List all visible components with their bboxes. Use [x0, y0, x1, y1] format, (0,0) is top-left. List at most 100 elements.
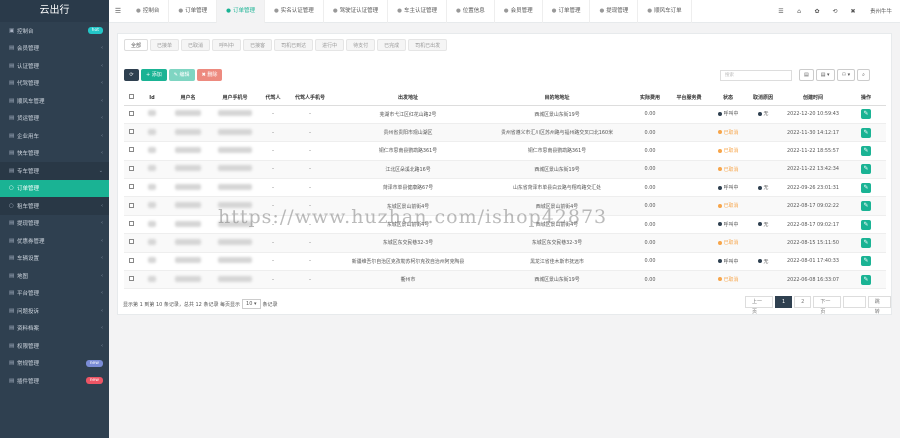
top-tab-7[interactable]: ● 会员管理 — [495, 0, 543, 23]
sidebar-item-20[interactable]: ▤ 插件管理 new — [0, 372, 109, 390]
phone-cell — [210, 141, 260, 161]
row-checkbox[interactable] — [128, 239, 134, 245]
row-checkbox[interactable] — [128, 202, 134, 208]
filter-tab-5[interactable]: 司机已到达 — [274, 39, 314, 51]
edit-icon[interactable]: ✎ — [861, 164, 871, 175]
top-tab-5[interactable]: ● 车主认证管理 — [388, 0, 447, 23]
table-row[interactable]: - - 菏泽市单县健康路67号 山东省菏泽市单县白云路与翔鸡路交汇处 0.00 呼叫中无 2… — [124, 178, 886, 198]
fee-cell: 0.00 — [632, 160, 668, 180]
sidebar-item-8[interactable]: ▤ 专车管理 ⌄ — [0, 162, 109, 180]
edit-icon[interactable]: ✎ — [861, 109, 871, 120]
sidebar-item-1[interactable]: ▤ 会员管理 ‹ — [0, 40, 109, 58]
page-button-2[interactable]: 2 — [794, 296, 812, 308]
row-checkbox[interactable] — [128, 184, 134, 190]
top-tab-9[interactable]: ● 提现管理 — [590, 0, 639, 23]
sidebar-item-12[interactable]: ▤ 优惠券管理 ‹ — [0, 232, 109, 250]
reason-label: 无 — [763, 221, 769, 228]
page-size-select[interactable]: 10 ▾ — [242, 299, 261, 309]
tool-button-1[interactable]: ▤ ▾ — [815, 69, 835, 81]
next-page-button[interactable]: 下一页 — [813, 296, 842, 315]
filter-tab-1[interactable]: 已接单 — [150, 39, 180, 51]
edit-button[interactable]: ✎ 编辑 — [168, 69, 195, 81]
sidebar-item-14[interactable]: ▤ 地图 ‹ — [0, 267, 109, 285]
sidebar-item-9[interactable]: ○ 订单管理 — [0, 179, 109, 197]
filter-tab-7[interactable]: 待支付 — [346, 39, 376, 51]
edit-icon[interactable]: ✎ — [861, 274, 871, 285]
top-icon-0[interactable]: ☰ — [772, 8, 790, 15]
prev-page-button[interactable]: 上一页 — [745, 296, 773, 315]
edit-icon[interactable]: ✎ — [861, 219, 871, 230]
table-row[interactable]: - - 芜湖市弋江区红花山路2号 西城区景山东街19号 0.00 呼叫中无 2022-12-… — [124, 105, 886, 124]
row-checkbox[interactable] — [128, 165, 134, 171]
row-checkbox[interactable] — [128, 276, 134, 282]
top-icon-1[interactable]: ⌂ — [790, 8, 808, 15]
sidebar-item-7[interactable]: ▤ 快车管理 ‹ — [0, 145, 109, 163]
delete-button[interactable]: ✖ 删除 — [196, 69, 223, 81]
table-row[interactable]: - - 东城区东交民巷32-3号 东城区东交民巷32-3号 0.00 已取消 2022-08… — [124, 233, 886, 253]
filter-tab-9[interactable]: 司机已出发 — [408, 39, 448, 51]
filter-tab-3[interactable]: 呼叫中 — [212, 39, 242, 51]
top-tab-3[interactable]: ● 实名认证管理 — [265, 0, 324, 23]
edit-icon[interactable]: ✎ — [861, 182, 871, 193]
table-row[interactable]: - - 贵州省贵阳市观山湖区 贵州省遵义市汇川区苏州路与福州路交叉口北160米 0.00… — [124, 123, 886, 143]
row-checkbox[interactable] — [128, 129, 134, 135]
table-row[interactable]: - - 铜仁市思南县鹦鹉路361号 铜仁市思南县鹦鹉路361号 0.00 已取消 2022-… — [124, 141, 886, 161]
top-tab-8[interactable]: ● 订单管理 — [543, 0, 591, 23]
filter-tab-0[interactable]: 全部 — [124, 39, 149, 51]
top-icon-2[interactable]: ✿ — [808, 8, 826, 15]
edit-icon[interactable]: ✎ — [861, 201, 871, 212]
search-input[interactable]: 搜索 — [720, 70, 792, 81]
sidebar-item-2[interactable]: ▤ 认证管理 ‹ — [0, 57, 109, 75]
table-row[interactable]: - - 江北区朵溪北路16号 西城区景山东街19号 0.00 已取消 2022-11-22 … — [124, 160, 886, 180]
user-name[interactable]: 贵州牛牛 — [862, 7, 900, 15]
page-jump-input[interactable] — [843, 296, 866, 308]
top-tab-10[interactable]: ● 顺风车订单 — [638, 0, 692, 23]
sidebar-item-4[interactable]: ▤ 顺风车管理 ‹ — [0, 92, 109, 110]
refresh-button[interactable]: ⟳ — [124, 69, 139, 81]
sidebar-item-3[interactable]: ▤ 代驾管理 ‹ — [0, 75, 109, 93]
jump-button[interactable]: 跳转 — [867, 296, 892, 315]
top-tab-6[interactable]: ● 位置信息 — [447, 0, 495, 23]
tool-button-2[interactable]: ⚇ ▾ — [836, 69, 856, 81]
row-checkbox[interactable] — [128, 257, 134, 263]
top-icon-4[interactable]: ✖ — [844, 8, 862, 15]
top-tab-0[interactable]: ● 控制台 — [127, 0, 170, 23]
row-checkbox-cell — [124, 215, 138, 235]
top-tab-2[interactable]: ● 订单管理 — [217, 0, 265, 23]
tool-button-3[interactable]: ⌕ — [857, 69, 870, 81]
select-all-checkbox[interactable] — [128, 94, 134, 100]
add-button[interactable]: + 添加 — [141, 69, 167, 81]
filter-tab-8[interactable]: 已完成 — [377, 39, 407, 51]
edit-icon[interactable]: ✎ — [861, 145, 871, 156]
table-row[interactable]: - - 新疆维吾尔自治区克孜勒苏柯尔克孜自治州阿克陶县 黑龙江省佳木斯市抚远市 0.00… — [124, 252, 886, 272]
orders-table: Id 用户名 用户手机号 代驾人 代驾人手机号 出发地址 目的地地址 实际费用 平台服务费 状态取… — [124, 91, 886, 290]
sidebar-item-19[interactable]: ▤ 常规管理 new — [0, 355, 109, 373]
top-tab-1[interactable]: ● 订单管理 — [169, 0, 218, 23]
sidebar-item-13[interactable]: ▤ 车辆设置 ‹ — [0, 250, 109, 268]
tool-button-0[interactable]: ▤ — [799, 69, 814, 81]
filter-tab-4[interactable]: 已接客 — [243, 39, 273, 51]
sidebar-item-17[interactable]: ▤ 资料档案 ‹ — [0, 320, 109, 338]
sidebar-item-10[interactable]: ○ 租车管理 ‹ — [0, 197, 109, 215]
sidebar-item-11[interactable]: ▤ 提现管理 ‹ — [0, 215, 109, 233]
edit-icon[interactable]: ✎ — [861, 127, 871, 138]
edit-icon[interactable]: ✎ — [861, 256, 871, 267]
filter-tab-6[interactable]: 进行中 — [315, 39, 345, 51]
row-checkbox[interactable] — [128, 110, 134, 116]
sidebar-item-15[interactable]: ▤ 平台管理 ‹ — [0, 285, 109, 303]
table-row[interactable]: - - 衢州市 西城区景山东街19号 0.00 已取消 2022-06-08 16:33:0… — [124, 270, 886, 290]
sidebar-item-5[interactable]: ▤ 货运管理 ‹ — [0, 110, 109, 128]
sidebar-item-6[interactable]: ▤ 企业用车 ‹ — [0, 127, 109, 145]
row-checkbox[interactable] — [128, 147, 134, 153]
sidebar-item-18[interactable]: ▤ 权限管理 ‹ — [0, 337, 109, 355]
id-cell — [138, 233, 166, 253]
menu-toggle-icon[interactable]: ☰ — [109, 7, 127, 15]
row-checkbox[interactable] — [128, 221, 134, 227]
sidebar-item-16[interactable]: ▤ 问题投诉 ‹ — [0, 302, 109, 320]
page-button-1[interactable]: 1 — [774, 296, 793, 308]
top-tab-4[interactable]: ● 驾驶证认证管理 — [324, 0, 389, 23]
edit-icon[interactable]: ✎ — [861, 237, 871, 248]
filter-tab-2[interactable]: 已取消 — [181, 39, 211, 51]
top-icon-3[interactable]: ⟲ — [826, 8, 844, 15]
sidebar-item-0[interactable]: ▣ 控制台 hot — [0, 22, 109, 40]
